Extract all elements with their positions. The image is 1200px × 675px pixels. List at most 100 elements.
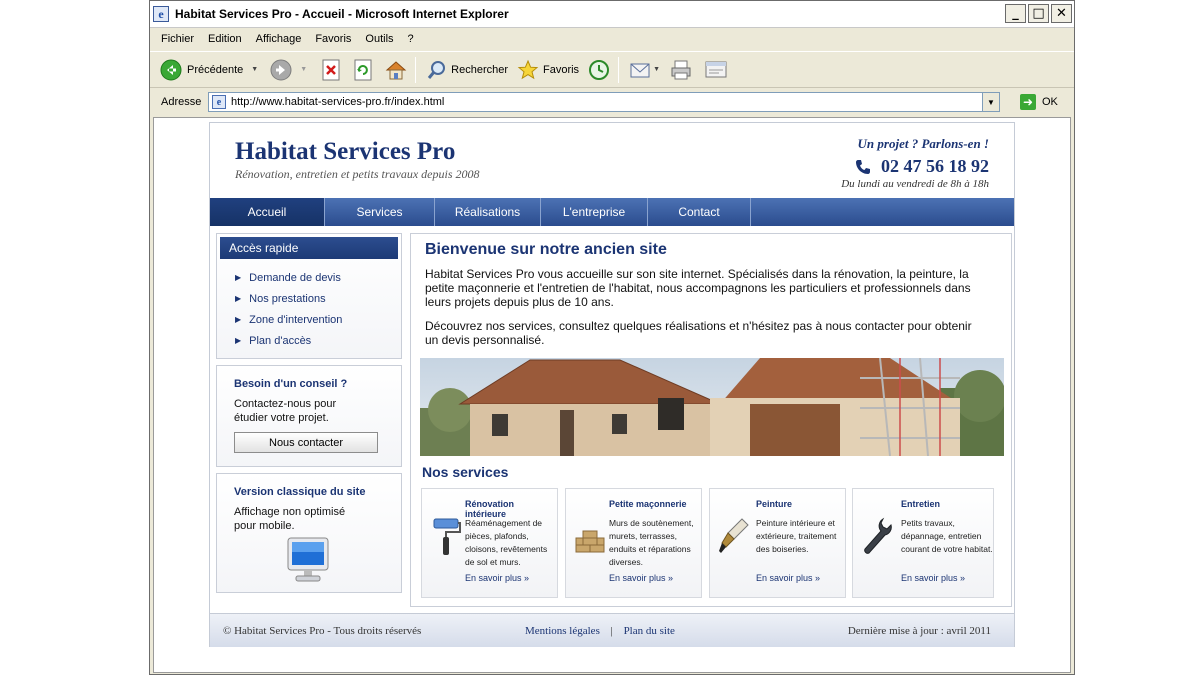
mail-dropdown-icon[interactable]: ▼ <box>653 66 660 73</box>
browser-window: e Habitat Services Pro - Accueil - Micro… <box>149 0 1075 675</box>
back-button[interactable]: Précédente ▼ <box>160 59 258 81</box>
page-icon: e <box>212 95 226 109</box>
quick-link-plan[interactable]: ▶ Plan d'accès <box>235 330 401 351</box>
sitemap-link[interactable]: Plan du site <box>624 625 675 637</box>
main-nav: Accueil Services Réalisations L'entrepri… <box>210 198 1014 226</box>
history-icon <box>589 59 610 80</box>
intro-paragraph: Habitat Services Pro vous accueille sur … <box>425 267 971 309</box>
ie-logo-icon: e <box>153 6 169 22</box>
house-banner-image <box>420 358 1004 456</box>
forward-dropdown-icon[interactable]: ▼ <box>300 66 307 73</box>
site-footer: © Habitat Services Pro - Tous droits rés… <box>210 613 1014 647</box>
read-more-link[interactable]: En savoir plus » <box>901 573 965 583</box>
toolbar: Précédente ▼ ▼ Rechercher Favoris ▼ <box>150 51 1074 88</box>
footer-separator: | <box>610 625 613 637</box>
contact-us-button[interactable]: Nous contacter <box>234 432 378 453</box>
phone-number[interactable]: 02 47 56 18 92 <box>881 156 989 177</box>
quick-link-prestations[interactable]: ▶ Nos prestations <box>235 288 401 309</box>
address-dropdown-icon[interactable]: ▼ <box>982 93 999 111</box>
favorites-label: Favoris <box>543 63 580 76</box>
stop-icon <box>322 59 340 80</box>
service-card-entretien[interactable]: Entretien Petits travaux, dépannage, ent… <box>852 488 994 598</box>
address-label: Adresse <box>161 96 202 108</box>
back-label: Précédente <box>187 63 244 76</box>
quick-access-box: Accès rapide ▶ Demande de devis ▶ Nos pres… <box>216 233 402 359</box>
service-title: Petite maçonnerie <box>609 499 687 509</box>
history-button[interactable] <box>588 59 610 81</box>
quick-access-title: Accès rapide <box>220 237 398 259</box>
nav-contact[interactable]: Contact <box>648 198 751 226</box>
service-card-renovation[interactable]: Rénovation intérieure Réaménagement de p… <box>421 488 558 598</box>
last-updated: Dernière mise à jour : avril 2011 <box>847 625 991 637</box>
refresh-icon <box>354 59 372 80</box>
toolbar-separator <box>618 56 620 83</box>
phone-block: 02 47 56 18 92 <box>855 156 989 177</box>
nav-services[interactable]: Services <box>325 198 435 226</box>
service-desc: Murs de soutènement, murets, terrasses, … <box>609 518 694 567</box>
go-button[interactable]: ➜ OK <box>1020 94 1058 110</box>
forward-button[interactable]: ▼ <box>270 59 307 81</box>
address-bar: Adresse e http://www.habitat-services-pr… <box>150 89 1074 115</box>
paint-roller-icon <box>433 518 461 555</box>
go-arrow-icon: ➜ <box>1020 94 1036 110</box>
home-button[interactable] <box>385 59 407 81</box>
forward-arrow-icon <box>270 59 292 80</box>
service-title: Entretien <box>901 499 941 509</box>
site-header: Habitat Services Pro Rénovation, entreti… <box>210 123 1014 197</box>
search-label: Rechercher <box>451 63 508 76</box>
address-input[interactable]: e http://www.habitat-services-pro.fr/ind… <box>208 92 1000 112</box>
wrench-icon <box>864 517 892 554</box>
menu-fichier[interactable]: Fichier <box>161 33 194 45</box>
advice-title: Besoin d'un conseil ? <box>234 378 348 390</box>
opening-hours: Du lundi au vendredi de 8h à 18h <box>841 178 989 190</box>
site-name[interactable]: Habitat Services Pro <box>235 138 455 166</box>
read-more-link[interactable]: En savoir plus » <box>756 573 820 583</box>
menu-outils[interactable]: Outils <box>365 33 393 45</box>
quick-link-zone[interactable]: ▶ Zone d'intervention <box>235 309 401 330</box>
read-more-link[interactable]: En savoir plus » <box>465 573 529 583</box>
refresh-button[interactable] <box>353 59 373 81</box>
mail-button[interactable]: ▼ <box>629 59 660 81</box>
minimize-button[interactable]: _ <box>1005 4 1026 23</box>
favorites-star-icon <box>517 59 539 79</box>
nav-realisations[interactable]: Réalisations <box>435 198 541 226</box>
print-button[interactable] <box>670 59 692 81</box>
menu-bar: Fichier Edition Affichage Favoris Outils… <box>150 29 1074 49</box>
phone-icon <box>856 159 870 174</box>
nav-accueil[interactable]: Accueil <box>210 198 325 226</box>
service-desc: Peinture intérieure et extérieure, trait… <box>756 518 837 554</box>
favorites-button[interactable]: Favoris <box>517 59 579 81</box>
service-desc: Réaménagement de pièces, plafonds, clois… <box>465 518 548 567</box>
classic-title[interactable]: Version classique du site <box>234 486 401 498</box>
page-viewport: Habitat Services Pro Rénovation, entreti… <box>153 117 1071 673</box>
search-button[interactable]: Rechercher <box>426 59 508 81</box>
legal-notice-link[interactable]: Mentions légales <box>525 625 600 637</box>
quick-link-devis[interactable]: ▶ Demande de devis <box>235 267 401 288</box>
edit-button[interactable] <box>704 59 728 81</box>
service-card-maconnerie[interactable]: Petite maçonnerie Murs de soutènement, m… <box>565 488 702 598</box>
copyright: © Habitat Services Pro - Tous droits rés… <box>223 625 422 637</box>
bricks-icon <box>575 530 605 553</box>
menu-favoris[interactable]: Favoris <box>315 33 351 45</box>
stop-button[interactable] <box>321 59 341 81</box>
menu-help[interactable]: ? <box>408 33 414 45</box>
search-icon <box>427 60 446 79</box>
quick-link-label: Zone d'intervention <box>249 313 343 326</box>
back-dropdown-icon[interactable]: ▼ <box>251 66 258 73</box>
maximize-button[interactable]: □ <box>1028 4 1049 23</box>
cta-paragraph: Découvrez nos services, consultez quelqu… <box>425 319 972 347</box>
quick-link-label: Plan d'accès <box>249 334 312 347</box>
welcome-title: Bienvenue sur notre ancien site <box>425 241 667 258</box>
monitor-icon <box>287 537 329 582</box>
mail-icon <box>630 63 650 77</box>
advice-box: Besoin d'un conseil ? Contactez-nous pou… <box>216 365 402 467</box>
close-button[interactable]: ✕ <box>1051 4 1072 23</box>
quick-link-label: Demande de devis <box>249 271 341 284</box>
menu-affichage[interactable]: Affichage <box>256 33 302 45</box>
service-card-peinture[interactable]: Peinture Peinture intérieure et extérieu… <box>709 488 846 598</box>
service-title: Peinture <box>756 499 793 509</box>
read-more-link[interactable]: En savoir plus » <box>609 573 673 583</box>
menu-edition[interactable]: Edition <box>208 33 242 45</box>
nav-entreprise[interactable]: L'entreprise <box>541 198 648 226</box>
arrow-right-icon: ▶ <box>235 336 242 345</box>
